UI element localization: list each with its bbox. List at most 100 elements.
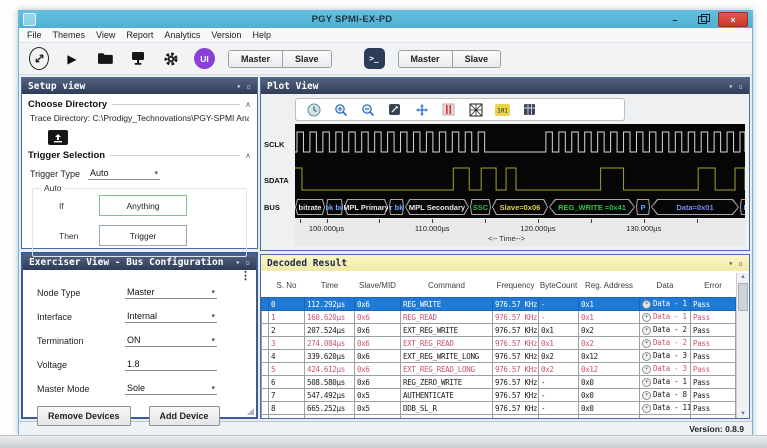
decoded-result-header[interactable]: Decoded Result ▾ ▫ (261, 255, 749, 271)
menu-help[interactable]: Help (252, 30, 271, 40)
ui-master-button[interactable]: Master (229, 51, 282, 67)
field-select[interactable]: ON▾ (125, 334, 217, 347)
data-expand-icon[interactable]: ▾ (642, 365, 651, 374)
scroll-thumb[interactable] (738, 283, 748, 311)
table-row[interactable]: 8665.252µs0x5DDB_SL_R976.57 KHz-0x0▾Data… (262, 402, 736, 415)
table-scrollbar[interactable]: ▲ ▼ (736, 273, 749, 418)
table-row[interactable]: 9795.300µs0x6SLEEP976.57 KHz-0x0Pass (262, 415, 736, 419)
field-select[interactable]: Sole▾ (125, 382, 217, 395)
section-collapse-icon[interactable]: ∧ (245, 151, 251, 160)
ui-slave-button[interactable]: Slave (282, 51, 331, 67)
table-row[interactable]: 4339.620µs0x6EXT_REG_WRITE_LONG976.57 KH… (262, 350, 736, 363)
if-condition-button[interactable]: Anything (99, 195, 187, 216)
field-input[interactable]: 1.8 (125, 358, 217, 371)
then-action-button[interactable]: Trigger (99, 225, 187, 246)
cell: 339.620µs (305, 350, 355, 363)
data-expand-icon[interactable]: ▾ (642, 300, 651, 309)
panel-collapse-icon[interactable]: ▾ (728, 82, 733, 91)
panel-pin-icon[interactable]: ▫ (738, 82, 743, 91)
trace-directory-value[interactable]: C:\Prodigy_Technovations\PGY-SPMI Analyz… (93, 113, 249, 123)
table-row[interactable]: 2207.524µs0x6EXT_REG_WRITE976.57 KHz0x10… (262, 324, 736, 337)
panel-collapse-icon[interactable]: ▾ (236, 82, 241, 91)
table-row[interactable]: 1160.620µs0x6REG_READ976.57 KHz-0x1▾Data… (262, 311, 736, 324)
minimize-button[interactable]: – (664, 13, 686, 26)
panel-pin-icon[interactable]: ▫ (738, 259, 743, 268)
zoom-out-icon[interactable] (360, 102, 375, 117)
table-row[interactable]: 3274.084µs0x6EXT_REG_READ976.57 KHz0x10x… (262, 337, 736, 350)
column-header-bytecount[interactable]: ByteCount (539, 273, 579, 298)
menu-report[interactable]: Report (126, 30, 153, 40)
menu-version[interactable]: Version (211, 30, 241, 40)
chevron-down-icon: ▾ (211, 384, 215, 392)
panel-collapse-icon[interactable]: ▾ (728, 259, 733, 268)
data-expand-icon[interactable]: ▾ (642, 378, 651, 387)
data-cell: ▾Data - 3 (640, 350, 691, 363)
cursor-time-icon[interactable] (306, 102, 321, 117)
title-bar[interactable]: PGY SPMI-EX-PD – × (19, 11, 752, 28)
restore-button[interactable] (691, 13, 713, 26)
data-expand-icon[interactable]: ▾ (642, 404, 651, 413)
menu-file[interactable]: File (27, 30, 42, 40)
field-label: Interface (37, 312, 125, 322)
folder-icon[interactable] (95, 49, 115, 69)
pan-move-icon[interactable] (414, 102, 429, 117)
table-row[interactable]: 5424.612µs0x6EXT_REG_READ_LONG976.57 KHz… (262, 363, 736, 376)
column-header-s-no[interactable]: S. No (269, 273, 305, 298)
scroll-down-icon[interactable]: ▼ (737, 411, 749, 417)
terminal-slave-button[interactable]: Slave (452, 51, 501, 67)
add-device-button[interactable]: Add Device (149, 406, 220, 426)
menu-analytics[interactable]: Analytics (164, 30, 200, 40)
menu-themes[interactable]: Themes (53, 30, 86, 40)
terminal-mode-badge[interactable]: >_ (364, 48, 385, 69)
setup-view-header[interactable]: Setup view ▾ ▫ (22, 78, 257, 94)
table-row[interactable]: 0112.292µs0x6REG_WRITE976.57 KHz-0x1▾Dat… (262, 298, 736, 311)
field-select[interactable]: Master▾ (125, 286, 217, 299)
data-cell (640, 415, 691, 419)
zoom-in-icon[interactable] (333, 102, 348, 117)
data-expand-icon[interactable]: ▾ (642, 326, 651, 335)
grid-toggle-icon[interactable] (468, 102, 483, 117)
cell: SLEEP (401, 415, 493, 419)
column-header-data[interactable]: Data (640, 273, 691, 298)
remove-devices-button[interactable]: Remove Devices (37, 406, 131, 426)
edit-plot-icon[interactable] (387, 102, 402, 117)
ui-mode-badge[interactable]: UI (194, 48, 215, 69)
table-row[interactable]: 6508.580µs0x6REG_ZERO_WRITE976.57 KHz-0x… (262, 376, 736, 389)
data-expand-icon[interactable]: ▾ (642, 339, 651, 348)
column-header-error[interactable]: Error (691, 273, 736, 298)
waveform-canvas[interactable]: bitratebk bitMPL Primaryr bkMPL Secondar… (295, 124, 745, 218)
plot-view-header[interactable]: Plot View ▾ ▫ (261, 78, 749, 94)
table-settings-icon[interactable] (522, 102, 537, 117)
column-header-frequency[interactable]: Frequency (493, 273, 539, 298)
trace-directory-label: Trace Directory: (30, 113, 90, 123)
table-row[interactable]: 7547.492µs0x5AUTHENTICATE976.57 KHz-0x0▾… (262, 389, 736, 402)
panel-pin-icon[interactable]: ▫ (245, 258, 250, 267)
digital-measure-icon[interactable]: 101 (495, 102, 510, 117)
data-expand-icon[interactable]: ▾ (642, 391, 651, 400)
close-button[interactable]: × (718, 12, 748, 27)
terminal-master-button[interactable]: Master (399, 51, 452, 67)
sync-icon[interactable] (29, 49, 49, 69)
column-header-slave-mid[interactable]: Slave/MID (355, 273, 401, 298)
kebab-menu-icon[interactable]: ⋮ (240, 272, 251, 281)
device-monitor-icon[interactable] (128, 49, 148, 69)
resize-grip[interactable] (247, 408, 254, 415)
column-header-time[interactable]: Time (305, 273, 355, 298)
panel-pin-icon[interactable]: ▫ (246, 82, 251, 91)
trigger-type-select[interactable]: Auto ▾ (88, 167, 160, 180)
field-select[interactable]: Internal▾ (125, 310, 217, 323)
menu-view[interactable]: View (96, 30, 115, 40)
settings-gear-icon[interactable] (161, 49, 181, 69)
column-header-reg-address[interactable]: Reg. Address (579, 273, 640, 298)
column-header-command[interactable]: Command (401, 273, 493, 298)
scroll-up-icon[interactable]: ▲ (737, 274, 749, 280)
marker-icon[interactable] (441, 102, 456, 117)
waveform-area[interactable]: SCLK SDATA BUS bitratebk bitMPL Primaryr… (261, 124, 745, 218)
data-expand-icon[interactable]: ▾ (642, 352, 651, 361)
cell: 0x1 (539, 337, 579, 350)
data-expand-icon[interactable]: ▾ (642, 313, 651, 322)
panel-collapse-icon[interactable]: ▾ (235, 258, 240, 267)
browse-folder-button[interactable] (48, 130, 68, 145)
run-icon[interactable]: ▶ (62, 49, 82, 69)
section-collapse-icon[interactable]: ∧ (245, 100, 251, 109)
